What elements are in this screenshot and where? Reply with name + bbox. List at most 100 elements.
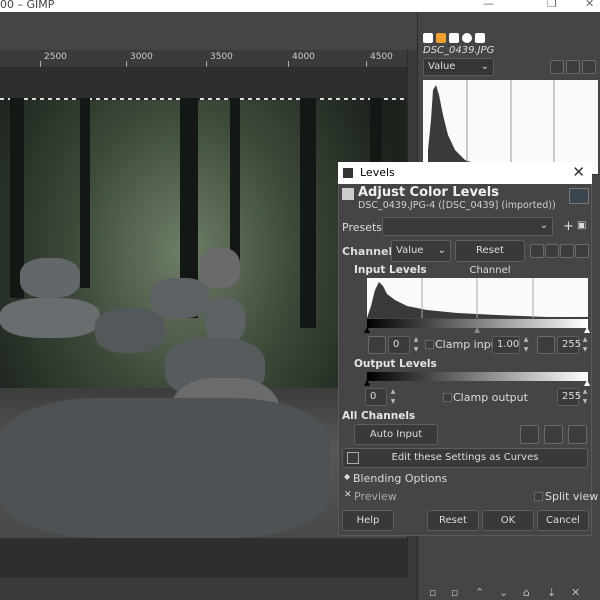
histogram-option-icon[interactable] bbox=[560, 244, 574, 258]
edit-as-curves-button[interactable]: Edit these Settings as Curves bbox=[342, 448, 588, 468]
output-low-field[interactable]: 0 bbox=[365, 388, 387, 406]
white-point-picker-icon[interactable] bbox=[568, 425, 587, 444]
output-high-handle[interactable]: ▲ bbox=[584, 378, 590, 387]
close-window-icon[interactable]: ✕ bbox=[585, 0, 594, 10]
dock-tab-icon[interactable] bbox=[423, 33, 433, 43]
dialog-title: Levels bbox=[360, 166, 395, 179]
split-view-checkbox[interactable] bbox=[534, 492, 543, 501]
output-low-handle[interactable]: ▲ bbox=[364, 378, 370, 387]
expander-arrow-icon[interactable]: ◆ bbox=[344, 472, 350, 481]
chevron-down-icon: ⌄ bbox=[480, 61, 489, 72]
duplicate-icon[interactable]: ▫ bbox=[451, 586, 458, 599]
lower-icon[interactable]: ⌄ bbox=[499, 586, 508, 599]
stepper-up-icon[interactable]: ▲ bbox=[412, 336, 420, 343]
levels-heading-icon bbox=[342, 188, 354, 200]
stepper-up-icon[interactable]: ▲ bbox=[581, 336, 589, 343]
stepper-down-icon[interactable]: ▼ bbox=[412, 346, 420, 353]
linear-histogram-icon[interactable] bbox=[550, 60, 564, 74]
window-titlebar: 00 – GIMP — ❐ ✕ bbox=[0, 0, 600, 12]
blending-options-expander[interactable]: Blending Options bbox=[353, 472, 447, 485]
edit-as-curves-label: Edit these Settings as Curves bbox=[391, 452, 539, 463]
chevron-down-icon: ⌄ bbox=[437, 245, 446, 256]
ruler-tick-label: 4500 bbox=[370, 52, 393, 62]
output-levels-heading: Output Levels bbox=[354, 358, 437, 370]
dock-histogram bbox=[423, 80, 598, 175]
linear-histogram-icon[interactable] bbox=[530, 244, 544, 258]
black-eyedropper-icon[interactable] bbox=[368, 336, 386, 354]
channel-label: Channel: bbox=[342, 245, 397, 258]
help-button[interactable]: Help bbox=[342, 510, 394, 531]
help-icon[interactable] bbox=[462, 33, 472, 43]
log-histogram-icon[interactable] bbox=[545, 244, 559, 258]
histogram-option-icon[interactable] bbox=[582, 60, 596, 74]
levels-icon bbox=[343, 168, 353, 178]
dock-tab-icon[interactable] bbox=[436, 33, 446, 43]
gamma-field[interactable]: 1.00 bbox=[492, 336, 520, 354]
dock-tab-icon[interactable] bbox=[475, 33, 485, 43]
minimize-icon[interactable]: — bbox=[483, 0, 494, 10]
cancel-button[interactable]: Cancel bbox=[537, 510, 589, 531]
ruler-tick-label: 2500 bbox=[44, 52, 67, 62]
white-eyedropper-icon[interactable] bbox=[537, 336, 555, 354]
selection-marching-ants bbox=[0, 98, 407, 100]
preview-label: Preview bbox=[354, 490, 397, 503]
ruler-tick-label: 3500 bbox=[210, 52, 233, 62]
clamp-input-checkbox[interactable] bbox=[425, 340, 434, 349]
levels-dialog-titlebar: Levels ✕ bbox=[338, 162, 592, 184]
horizontal-scrollbar[interactable] bbox=[0, 578, 417, 600]
stepper-up-icon[interactable]: ▲ bbox=[389, 388, 397, 395]
dialog-subheading: DSC_0439.JPG-4 ([DSC_0439] (imported)) bbox=[358, 200, 556, 211]
dock-channel-select[interactable]: Value ⌄ bbox=[423, 58, 494, 76]
menu-strip bbox=[0, 12, 415, 50]
reset-button[interactable]: Reset bbox=[427, 510, 479, 531]
input-levels-histogram bbox=[367, 278, 588, 318]
chevron-down-icon: ⌄ bbox=[539, 220, 548, 231]
anchor-icon[interactable]: ⌂ bbox=[523, 586, 530, 599]
stepper-down-icon[interactable]: ▼ bbox=[522, 346, 530, 353]
auto-input-levels-button[interactable]: Auto Input Levels bbox=[354, 424, 438, 459]
ruler-tick-label: 4000 bbox=[292, 52, 315, 62]
histogram-option-icon[interactable] bbox=[575, 244, 589, 258]
clamp-output-checkbox[interactable] bbox=[443, 393, 452, 402]
channel-value: Value bbox=[396, 245, 424, 256]
white-point-handle[interactable]: ▲ bbox=[584, 325, 590, 334]
preset-menu-icon[interactable]: ▣ bbox=[577, 220, 586, 231]
delete-icon[interactable]: ✕ bbox=[571, 586, 580, 599]
presets-label: Presets: bbox=[342, 221, 386, 234]
gray-point-picker-icon[interactable] bbox=[544, 425, 563, 444]
preview-checkbox[interactable]: ✕ bbox=[344, 490, 352, 500]
dock-bottom-toolbar: ▫ ▫ ⌃ ⌄ ⌂ ⇣ ✕ bbox=[425, 586, 600, 599]
horizontal-ruler[interactable]: 2500 3000 3500 4000 4500 bbox=[0, 50, 407, 68]
output-high-field[interactable]: 255 bbox=[557, 388, 581, 406]
dock-tab-icon[interactable] bbox=[449, 33, 459, 43]
maximize-icon[interactable]: ❐ bbox=[547, 0, 557, 10]
add-preset-icon[interactable]: + bbox=[563, 219, 574, 234]
stepper-down-icon[interactable]: ▼ bbox=[389, 398, 397, 405]
output-levels-slider[interactable] bbox=[367, 372, 588, 381]
black-point-handle[interactable]: ▲ bbox=[364, 325, 370, 334]
curves-icon bbox=[347, 452, 359, 464]
image-thumbnail bbox=[569, 188, 589, 204]
input-low-field[interactable]: 0 bbox=[388, 336, 410, 354]
input-high-field[interactable]: 255 bbox=[557, 336, 581, 354]
new-icon[interactable]: ▫ bbox=[429, 586, 436, 599]
log-histogram-icon[interactable] bbox=[566, 60, 580, 74]
input-levels-heading: Input Levels bbox=[354, 264, 427, 276]
stepper-down-icon[interactable]: ▼ bbox=[581, 398, 589, 405]
ruler-tick-label: 3000 bbox=[130, 52, 153, 62]
gamma-handle[interactable]: ▲ bbox=[474, 325, 480, 334]
merge-icon[interactable]: ⇣ bbox=[547, 586, 556, 599]
presets-combo[interactable]: ⌄ bbox=[382, 217, 553, 236]
all-channels-heading: All Channels bbox=[342, 410, 416, 422]
black-point-picker-icon[interactable] bbox=[520, 425, 539, 444]
window-title: 00 – GIMP bbox=[0, 0, 55, 11]
stepper-up-icon[interactable]: ▲ bbox=[522, 336, 530, 343]
ok-button[interactable]: OK bbox=[482, 510, 534, 531]
stepper-up-icon[interactable]: ▲ bbox=[581, 388, 589, 395]
raise-icon[interactable]: ⌃ bbox=[475, 586, 484, 599]
reset-channel-button[interactable]: Reset Channel bbox=[455, 240, 525, 276]
stepper-down-icon[interactable]: ▼ bbox=[581, 346, 589, 353]
dialog-heading: Adjust Color Levels bbox=[358, 185, 499, 200]
close-icon[interactable]: ✕ bbox=[572, 163, 585, 181]
channel-select[interactable]: Value ⌄ bbox=[391, 240, 451, 262]
